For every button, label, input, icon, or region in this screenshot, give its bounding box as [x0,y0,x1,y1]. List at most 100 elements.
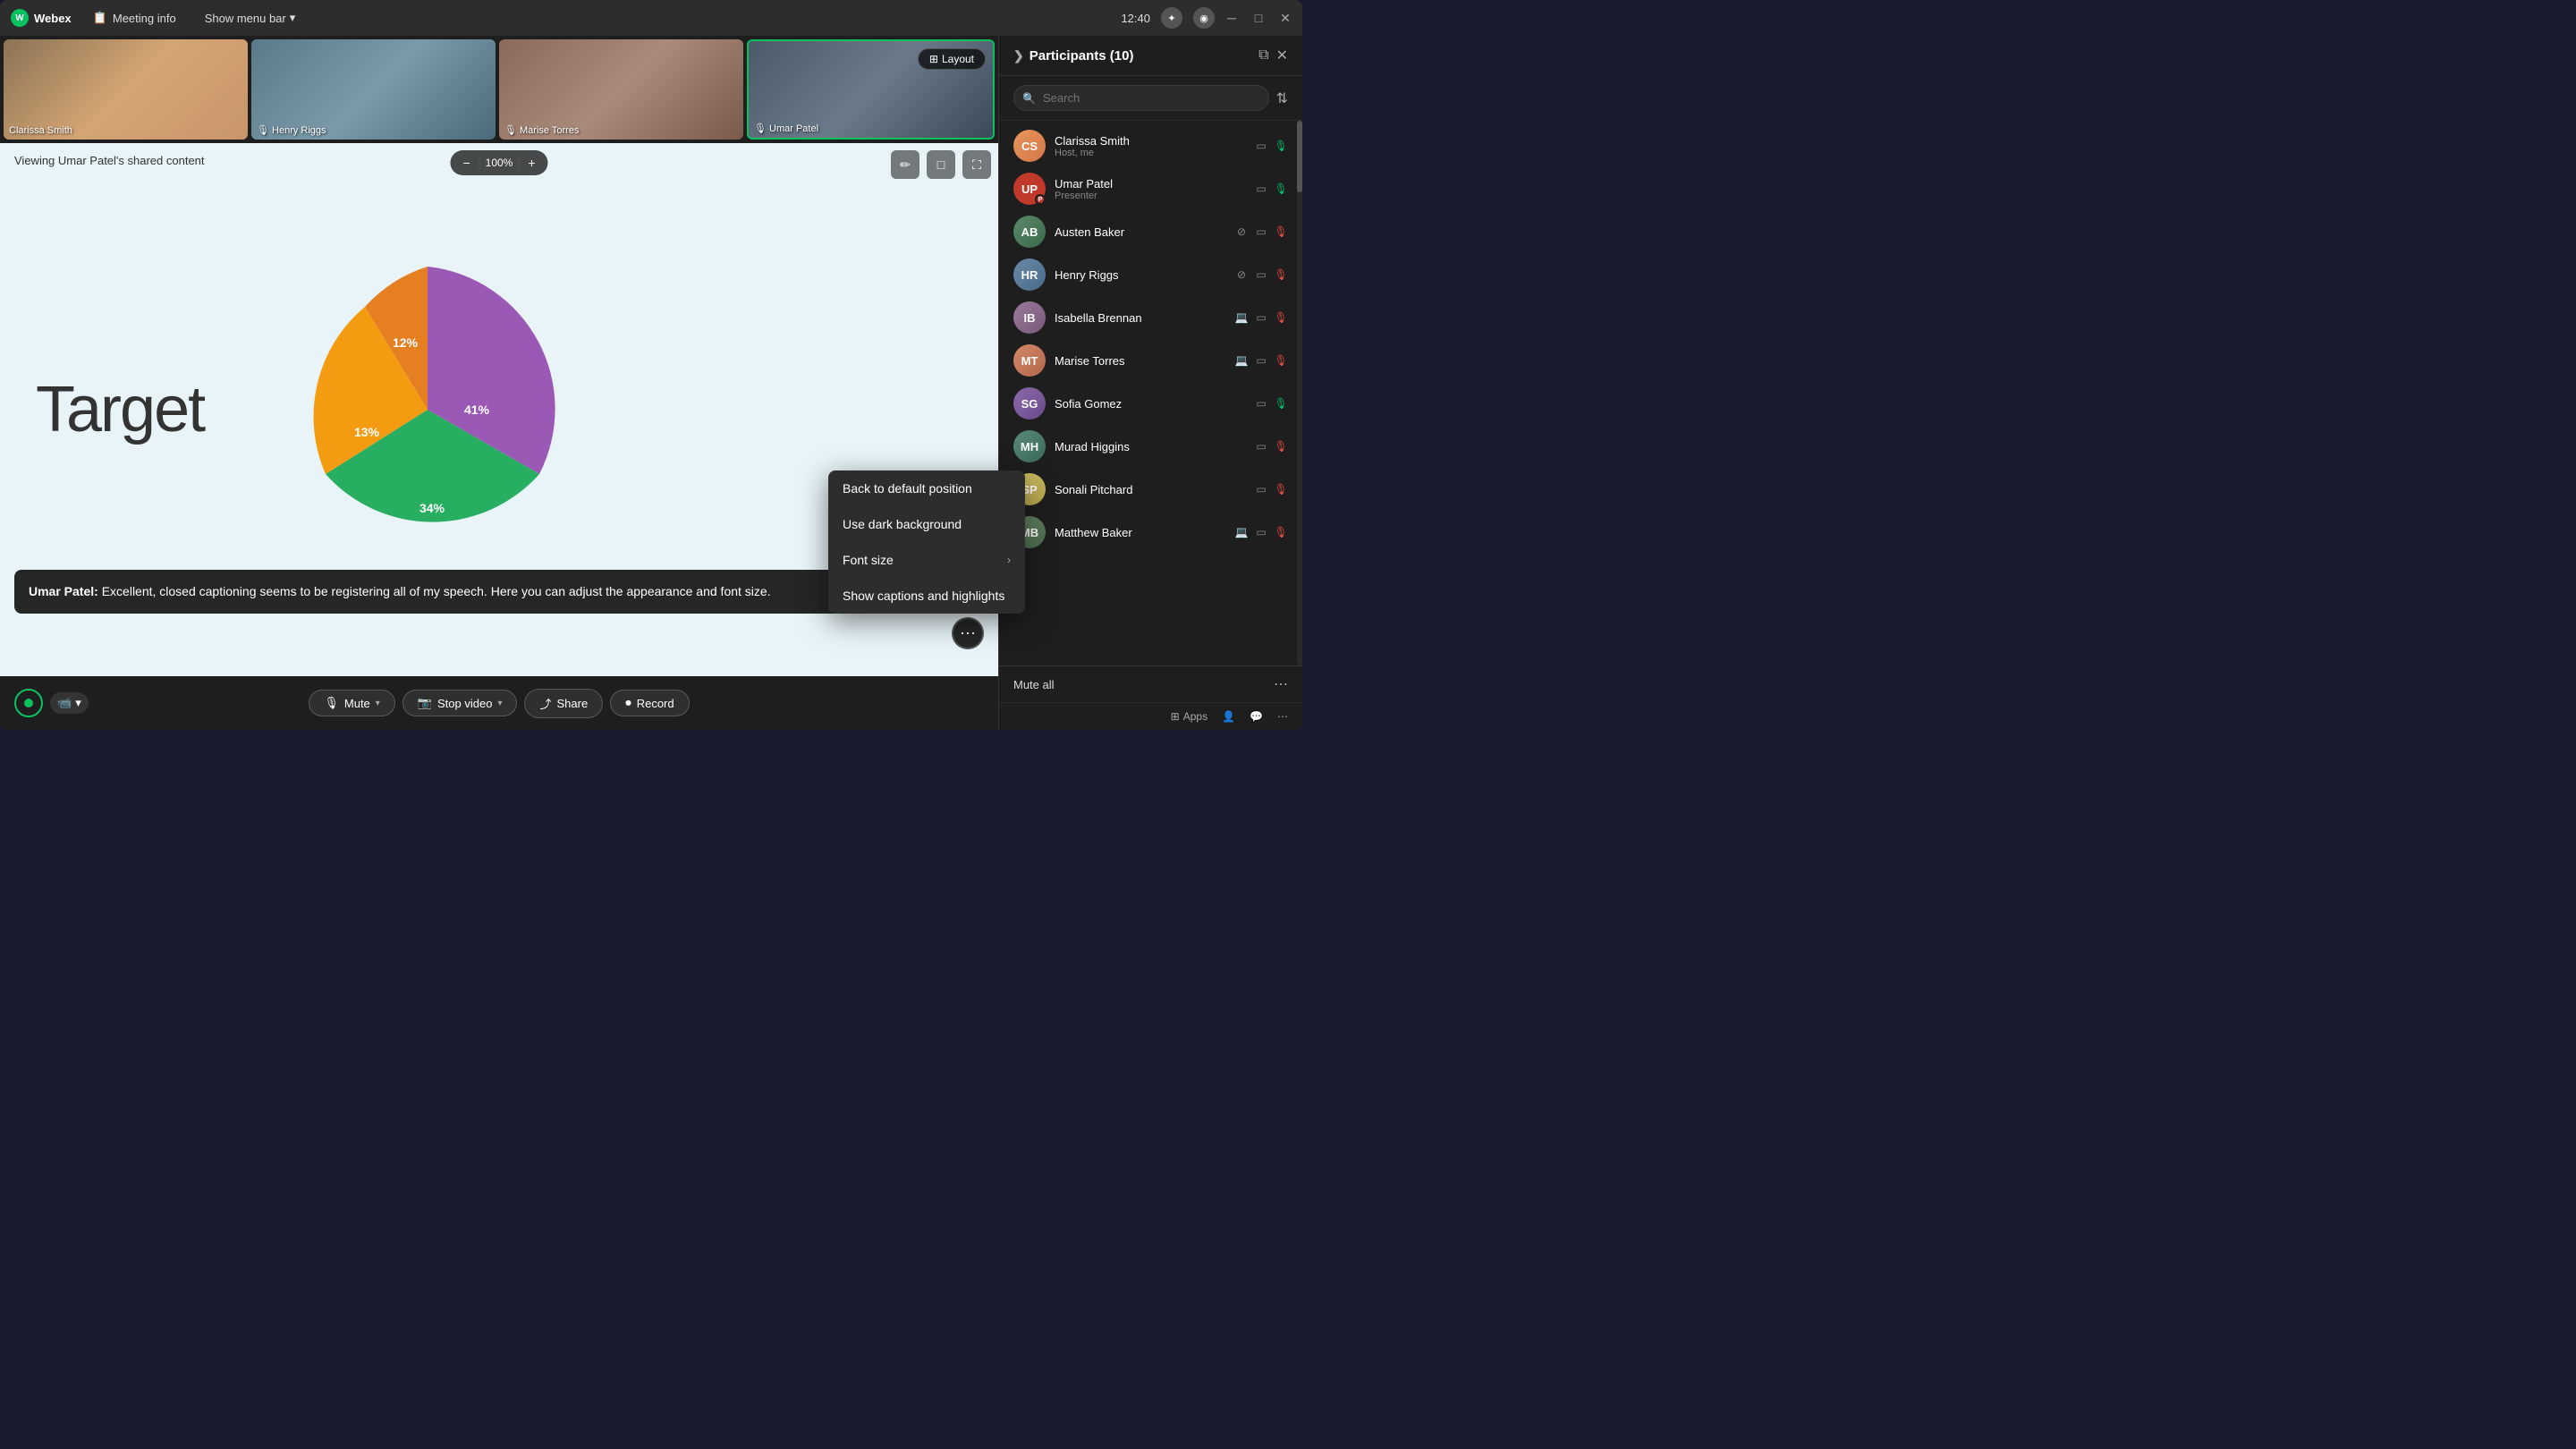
layout-label: Layout [942,53,974,65]
participant-item-murad[interactable]: MH Murad Higgins ▭ 🎙 [999,425,1302,468]
screen-share-icon[interactable]: □ [927,150,955,179]
menu-item-dark-bg[interactable]: Use dark background [828,506,1025,542]
people-icon: 👤 [1222,710,1235,723]
pop-out-button[interactable]: ⧉ [1258,47,1268,64]
participant-item-umar[interactable]: UP P Umar Patel Presenter ▭ 🎙 [999,167,1302,210]
titlebar: W Webex 📋 Meeting info Show menu bar ▾ 1… [0,0,1302,36]
meeting-info-icon: 📋 [93,11,107,25]
share-button[interactable]: ⤴ Share [524,689,603,718]
name-murad: Murad Higgins [1055,440,1245,453]
chat-icon: 💬 [1250,710,1263,723]
sort-button[interactable]: ⇅ [1276,89,1288,107]
context-menu: Back to default position Use dark backgr… [828,470,1025,614]
zoom-in-button[interactable]: + [522,154,540,172]
panel-close-button[interactable]: ✕ [1276,47,1288,64]
record-button[interactable]: ⏺ Record [610,690,689,716]
participant-info-matthew: Matthew Baker [1055,526,1225,539]
thumb-name-umar: 🎙 Umar Patel [754,123,818,134]
thumbnail-marise[interactable]: 🎙 Marise Torres [499,39,743,140]
controls-umar: ▭ 🎙 [1254,182,1288,195]
thumbnails-row: Clarissa Smith 🎙 Henry Riggs 🎙 Marise To… [0,36,998,143]
menu-item-font-size[interactable]: Font size › [828,542,1025,578]
participant-info-umar: Umar Patel Presenter [1055,177,1245,201]
dropdown-arrow-icon: ▾ [75,696,81,710]
show-menu-button[interactable]: Show menu bar ▾ [198,7,303,29]
status-dot [24,699,33,708]
mic-icon-clarissa: 🎙 [1274,140,1288,152]
video-icon-marise: ▭ [1254,354,1268,367]
mute-button[interactable]: 🎙 Mute ▾ [309,690,394,716]
panel-header: ❯ Participants (10) ⧉ ✕ [999,36,1302,76]
collapse-icon[interactable]: ❯ [1013,48,1024,64]
role-umar: Presenter [1055,191,1245,201]
submenu-arrow-icon: › [1007,554,1011,566]
mute-dropdown-icon: ▾ [376,699,380,708]
participant-item-sonali[interactable]: SP Sonali Pitchard ▭ 🎙 [999,468,1302,511]
participants-list: CS Clarissa Smith Host, me ▭ 🎙 UP [999,121,1302,665]
label-12: 12% [393,335,419,350]
thumbnail-clarissa[interactable]: Clarissa Smith [4,39,248,140]
minimize-button[interactable]: ─ [1225,12,1238,24]
people-button[interactable]: 👤 [1222,710,1235,723]
mute-all-button[interactable]: Mute all [1013,678,1055,691]
menu-item-back-default[interactable]: Back to default position [828,470,1025,506]
close-button[interactable]: ✕ [1279,12,1292,24]
mute-label: Mute [344,697,370,710]
bottom-toolbar: 📹 ▾ 🎙 Mute ▾ 📷 Stop video ▾ ⤴ Share [0,676,998,730]
webex-icon: W [11,9,29,27]
caption-more-button[interactable]: ⋯ [952,617,984,649]
meeting-info-button[interactable]: 📋 Meeting info [86,7,183,29]
chat-button[interactable]: 💬 [1250,710,1263,723]
participant-item-clarissa[interactable]: CS Clarissa Smith Host, me ▭ 🎙 [999,124,1302,167]
fullscreen-button[interactable]: ⛶ [962,150,991,179]
content-icons: ✏ □ ⛶ [891,150,991,179]
panel-more-button[interactable]: ⋯ [1274,675,1288,693]
name-umar: Umar Patel [1055,177,1245,191]
thumb-name-marise: 🎙 Marise Torres [504,124,579,136]
more-options-button[interactable]: ⋯ [1277,710,1288,723]
apps-button[interactable]: ⊞ Apps [1171,710,1208,723]
controls-sonali: ▭ 🎙 [1254,483,1288,496]
name-austen: Austen Baker [1055,225,1225,239]
menu-item-captions[interactable]: Show captions and highlights [828,578,1025,614]
zoom-level: 100% [479,157,520,169]
participant-info-austen: Austen Baker [1055,225,1225,239]
participant-item-austen[interactable]: AB Austen Baker ⊘ ▭ 🎙 [999,210,1302,253]
network-icon[interactable]: ◉ [1193,7,1215,29]
video-icon-sonali: ▭ [1254,483,1268,496]
participant-info-clarissa: Clarissa Smith Host, me [1055,134,1245,158]
participant-info-isabella: Isabella Brennan [1055,311,1225,325]
viewing-label: Viewing Umar Patel's shared content [14,154,205,167]
video-icon-sofia: ▭ [1254,397,1268,410]
participant-item-isabella[interactable]: IB Isabella Brennan 💻 ▭ 🎙 [999,296,1302,339]
stop-video-label: Stop video [437,697,492,710]
thumbnail-henry[interactable]: 🎙 Henry Riggs [251,39,496,140]
layout-button[interactable]: ⊞ Layout [918,48,986,70]
no-mic-icon-austen: ⊘ [1234,225,1249,238]
controls-marise: 💻 ▭ 🎙 [1234,354,1288,367]
search-input[interactable] [1013,85,1269,111]
avatar-sofia: SG [1013,387,1046,419]
webex-window: W Webex 📋 Meeting info Show menu bar ▾ 1… [0,0,1302,730]
user-status-icon[interactable]: ✦ [1161,7,1182,29]
stop-video-button[interactable]: 📷 Stop video ▾ [402,690,518,716]
participant-item-matthew[interactable]: MB Matthew Baker 💻 ▭ 🎙 [999,511,1302,554]
annotate-button[interactable]: ✏ [891,150,919,179]
participant-item-henry[interactable]: HR Henry Riggs ⊘ ▭ 🎙 [999,253,1302,296]
maximize-button[interactable]: □ [1252,12,1265,24]
participant-item-marise[interactable]: MT Marise Torres 💻 ▭ 🎙 [999,339,1302,382]
emoji-button[interactable]: 📹 ▾ [50,692,89,714]
video-icon-austen: ▭ [1254,225,1268,238]
mic-muted-icon-matthew: 🎙 [1274,526,1288,538]
mic-muted-icon-austen: 🎙 [1274,225,1288,238]
thumbnail-umar[interactable]: 🎙 Umar Patel ⊞ Layout [747,39,995,140]
label-13: 13% [354,425,380,439]
video-emoji-icon: 📹 [57,696,72,710]
panel-bottom: Mute all ⋯ [999,665,1302,702]
caption-content: Excellent, closed captioning seems to be… [102,584,771,598]
avatar-henry: HR [1013,258,1046,291]
caption-speaker: Umar Patel: [29,584,98,598]
participant-item-sofia[interactable]: SG Sofia Gomez ▭ 🎙 [999,382,1302,425]
thumb-name-henry: 🎙 Henry Riggs [257,124,326,136]
zoom-out-button[interactable]: − [457,154,475,172]
